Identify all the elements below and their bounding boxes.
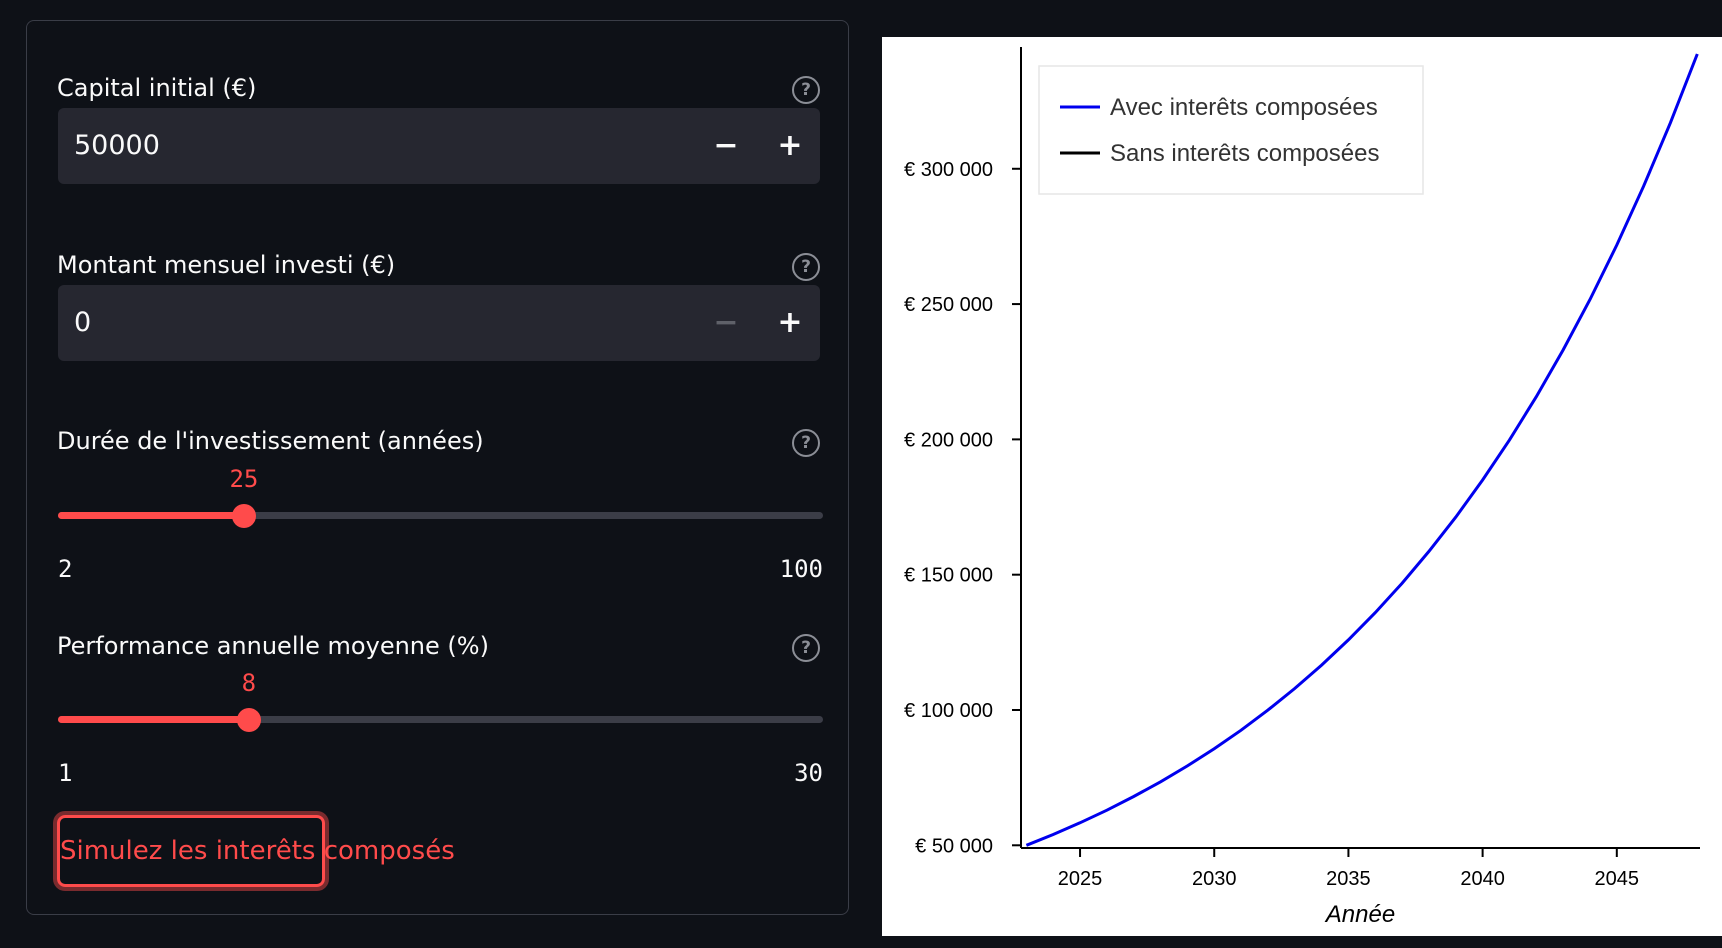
x-axis-title: Année [1324, 901, 1395, 928]
y-tick-label: € 300 000 [904, 159, 993, 181]
duration-slider[interactable]: 25 2 100 [58, 465, 823, 583]
growth-chart-svg: € 50 000 € 100 000 € 150 000 € 200 000 € 250… [904, 47, 1700, 928]
simulate-button[interactable]: Simulez les interêts composés [57, 815, 455, 887]
monthly-input[interactable]: 0 − + [58, 285, 820, 361]
y-tick-label: € 100 000 [904, 700, 993, 722]
y-tick-label: € 150 000 [904, 565, 993, 587]
x-tick-label: 2045 [1595, 868, 1640, 890]
performance-slider[interactable]: 8 1 30 [58, 669, 823, 787]
x-tick-label: 2040 [1460, 868, 1505, 890]
monthly-value[interactable]: 0 [74, 285, 91, 361]
monthly-help-icon[interactable]: ? [792, 253, 820, 281]
y-tick-label: € 50 000 [915, 835, 993, 857]
capital-input[interactable]: 50000 − + [58, 108, 820, 184]
legend-label: Sans interêts composées [1110, 140, 1379, 167]
duration-slider-handle[interactable] [231, 504, 256, 528]
growth-chart: € 50 000 € 100 000 € 150 000 € 200 000 € 250… [882, 37, 1722, 936]
performance-slider-handle[interactable] [236, 708, 261, 732]
performance-slider-fill [58, 716, 249, 723]
x-tick-label: 2035 [1326, 868, 1371, 890]
y-tick-label: € 200 000 [904, 429, 993, 451]
capital-increment-button[interactable]: + [766, 122, 814, 170]
duration-slider-value: 25 [229, 465, 259, 493]
duration-slider-min: 2 [58, 555, 73, 583]
performance-label: Performance annuelle moyenne (%) [57, 632, 489, 660]
performance-slider-min: 1 [58, 759, 73, 787]
duration-label: Durée de l'investissement (années) [57, 427, 484, 455]
performance-help-icon[interactable]: ? [792, 634, 820, 662]
chart-legend [1038, 65, 1424, 195]
monthly-decrement-button[interactable]: − [702, 299, 750, 347]
duration-slider-fill [58, 512, 244, 519]
settings-form: Capital initial (€) ? 50000 − + Montant … [26, 20, 849, 915]
monthly-label: Montant mensuel investi (€) [57, 251, 396, 279]
x-tick-label: 2030 [1192, 868, 1237, 890]
capital-decrement-button[interactable]: − [702, 122, 750, 170]
capital-help-icon[interactable]: ? [792, 76, 820, 104]
performance-slider-value: 8 [241, 669, 257, 697]
monthly-increment-button[interactable]: + [766, 299, 814, 347]
x-tick-label: 2025 [1058, 868, 1103, 890]
performance-slider-max: 30 [794, 759, 823, 787]
duration-slider-max: 100 [779, 555, 823, 583]
capital-value[interactable]: 50000 [74, 108, 160, 184]
capital-label: Capital initial (€) [57, 74, 257, 102]
legend-label: Avec interêts composées [1110, 94, 1378, 121]
duration-help-icon[interactable]: ? [792, 429, 820, 457]
y-tick-label: € 250 000 [904, 294, 993, 316]
